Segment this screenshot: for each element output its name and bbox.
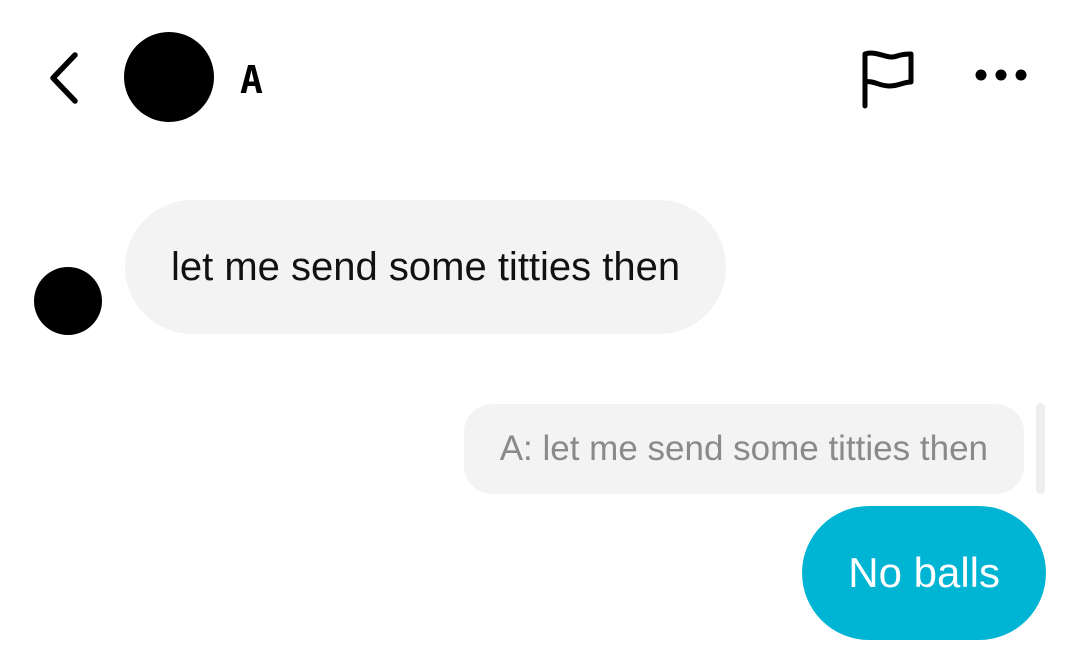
outgoing-message-text: No balls	[848, 549, 1000, 596]
contact-avatar[interactable]	[124, 32, 214, 122]
flag-icon	[862, 50, 914, 109]
reply-quote[interactable]: A: let me send some titties then	[463, 404, 1024, 494]
incoming-message-text: let me send some titties then	[171, 244, 681, 289]
outgoing-message-bubble[interactable]: No balls	[802, 506, 1046, 640]
incoming-message-bubble[interactable]: let me send some titties then	[125, 200, 727, 334]
more-options-button[interactable]	[966, 52, 1036, 98]
contact-name[interactable]: A	[240, 58, 263, 102]
reply-indicator-bar	[1036, 403, 1045, 494]
chevron-left-icon	[50, 52, 78, 104]
more-horizontal-icon	[975, 69, 1027, 81]
reply-quote-text: A: let me send some titties then	[499, 429, 988, 468]
back-button[interactable]	[38, 48, 88, 108]
sender-avatar	[34, 267, 102, 335]
report-button[interactable]	[852, 46, 922, 112]
